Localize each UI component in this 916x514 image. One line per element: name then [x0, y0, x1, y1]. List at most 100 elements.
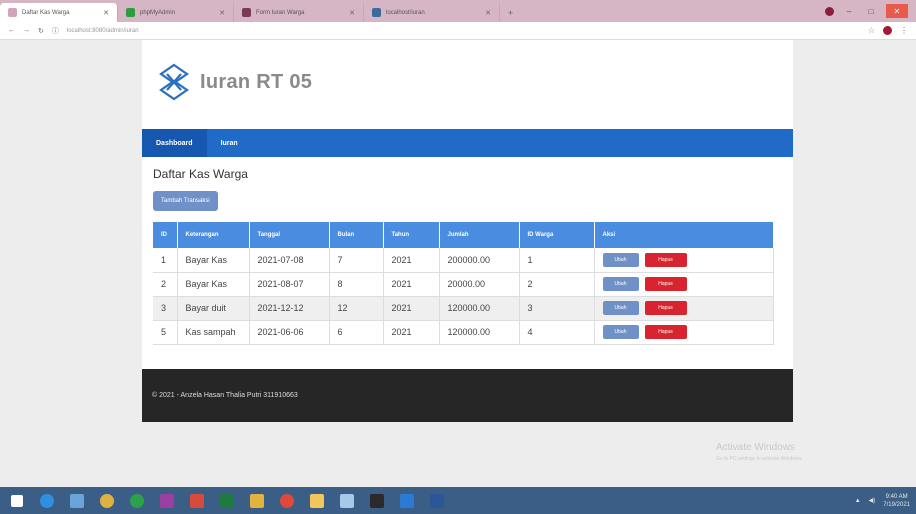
table-row: 5 Kas sampah 2021-06-06 6 2021 120000.00…: [153, 320, 774, 345]
close-icon[interactable]: ✕: [349, 9, 355, 17]
bookmark-star-icon[interactable]: ☆: [868, 26, 875, 35]
window-controls: – □ ✕: [825, 0, 916, 22]
cell-tahun: 2021: [383, 320, 440, 345]
browser-tab[interactable]: Daftar Kas Warga ✕: [0, 3, 118, 22]
navbar: Dashboard Iuran: [142, 129, 793, 157]
column-header: ID: [153, 222, 178, 248]
close-icon[interactable]: ✕: [103, 9, 109, 17]
clock[interactable]: 9:40 AM 7/19/2021: [883, 493, 910, 509]
edit-button[interactable]: Ubah: [602, 325, 639, 339]
activate-windows-watermark: Activate Windows Go to PC settings to ac…: [716, 442, 802, 462]
edit-button[interactable]: Ubah: [602, 301, 639, 315]
column-header: Keterangan: [177, 222, 250, 248]
photos-icon[interactable]: [184, 490, 210, 512]
cell-bulan: 12: [329, 296, 384, 321]
column-header: Bulan: [329, 222, 384, 248]
reload-icon[interactable]: ↻: [38, 27, 44, 35]
info-icon[interactable]: ⓘ: [52, 26, 59, 36]
brand-title: Iuran RT 05: [200, 70, 313, 93]
column-header: Aksi: [594, 222, 774, 248]
notepad-icon[interactable]: [334, 490, 360, 512]
terminal-icon[interactable]: [364, 490, 390, 512]
cell-tahun: 2021: [383, 248, 440, 273]
cell-tanggal: 2021-06-06: [249, 320, 330, 345]
cell-aksi: Ubah Hapus: [594, 248, 774, 273]
menu-icon[interactable]: ⋮: [900, 26, 908, 35]
tab-title: Daftar Kas Warga: [22, 9, 70, 16]
add-transaction-button[interactable]: Tambah Transaksi: [153, 191, 218, 211]
file-explorer-icon[interactable]: [304, 490, 330, 512]
cell-id-warga: 2: [519, 272, 595, 297]
nav-dashboard[interactable]: Dashboard: [142, 129, 207, 157]
table-row: 3 Bayar duit 2021-12-12 12 2021 120000.0…: [153, 296, 774, 321]
minimize-icon[interactable]: –: [842, 7, 856, 16]
volume-icon[interactable]: ◀): [869, 497, 876, 504]
cell-tanggal: 2021-12-12: [249, 296, 330, 321]
vscode-icon[interactable]: [394, 490, 420, 512]
favicon-icon: [126, 8, 135, 17]
close-icon[interactable]: ✕: [886, 4, 908, 18]
cell-jumlah: 120000.00: [439, 320, 520, 345]
cell-tanggal: 2021-07-08: [249, 248, 330, 273]
folder-icon[interactable]: [244, 490, 270, 512]
store-icon[interactable]: [64, 490, 90, 512]
chrome-icon[interactable]: [274, 490, 300, 512]
browser-tab[interactable]: phpMyAdmin ✕: [118, 3, 234, 22]
delete-button[interactable]: Hapus: [644, 252, 687, 267]
edit-button[interactable]: Ubah: [602, 277, 639, 291]
favicon-icon: [372, 8, 381, 17]
table-row: 2 Bayar Kas 2021-08-07 8 2021 20000.00 2…: [153, 272, 774, 297]
onenote-icon[interactable]: [154, 490, 180, 512]
edit-button[interactable]: Ubah: [602, 252, 639, 267]
cell-aksi: Ubah Hapus: [594, 296, 774, 321]
favicon-icon: [242, 8, 251, 17]
delete-button[interactable]: Hapus: [644, 325, 687, 339]
watermark-title: Activate Windows: [716, 442, 795, 453]
windows-start-icon[interactable]: [4, 490, 30, 512]
word-icon[interactable]: [424, 490, 450, 512]
transactions-table: ID Keterangan Tanggal Bulan Tahun Jumlah…: [153, 222, 774, 345]
profile-icon[interactable]: [825, 6, 834, 16]
cell-keterangan: Bayar Kas: [177, 272, 250, 297]
address-bar: ← → ↻ ⓘ localhost:8080/admin/iuran ☆ ⋮: [0, 22, 916, 40]
system-tray: ▲ ◀) 9:40 AM 7/19/2021: [855, 493, 916, 509]
cell-bulan: 6: [329, 320, 384, 345]
internet-explorer-icon[interactable]: [34, 490, 60, 512]
media-icon[interactable]: [124, 490, 150, 512]
forward-icon[interactable]: →: [23, 27, 30, 34]
delete-button[interactable]: Hapus: [644, 277, 687, 291]
cell-tahun: 2021: [383, 272, 440, 297]
nav-iuran[interactable]: Iuran: [207, 129, 252, 157]
cell-bulan: 8: [329, 272, 384, 297]
delete-button[interactable]: Hapus: [644, 301, 687, 315]
cell-jumlah: 20000.00: [439, 272, 520, 297]
tab-title: phpMyAdmin: [140, 9, 176, 16]
cell-id: 2: [153, 272, 178, 297]
network-icon[interactable]: ▲: [855, 498, 861, 504]
people-icon[interactable]: [94, 490, 120, 512]
cell-id: 3: [153, 296, 178, 321]
column-header: Tanggal: [249, 222, 330, 248]
close-icon[interactable]: ✕: [219, 9, 225, 17]
page-content: Iuran RT 05 Dashboard Iuran Daftar Kas W…: [0, 40, 916, 487]
column-header: Tahun: [383, 222, 440, 248]
new-tab-button[interactable]: +: [500, 3, 521, 22]
close-icon[interactable]: ✕: [485, 9, 491, 17]
brand: Iuran RT 05: [156, 62, 312, 102]
cell-aksi: Ubah Hapus: [594, 272, 774, 297]
excel-icon[interactable]: [214, 490, 240, 512]
browser-tab[interactable]: localhost/iuran ✕: [364, 3, 500, 22]
clock-date: 7/19/2021: [883, 501, 910, 508]
cell-id-warga: 3: [519, 296, 595, 321]
maximize-icon[interactable]: □: [864, 7, 878, 16]
cell-aksi: Ubah Hapus: [594, 320, 774, 345]
url-input[interactable]: localhost:8080/admin/iuran: [67, 28, 139, 34]
column-header: Jumlah: [439, 222, 520, 248]
tab-title: localhost/iuran: [386, 9, 425, 16]
browser-tab[interactable]: Form Iuran Warga ✕: [234, 3, 364, 22]
browser-tab-bar: Daftar Kas Warga ✕ phpMyAdmin ✕ Form Iur…: [0, 0, 916, 22]
back-icon[interactable]: ←: [8, 27, 15, 34]
page-title: Daftar Kas Warga: [153, 167, 248, 181]
avatar[interactable]: [883, 26, 892, 35]
cell-id: 1: [153, 248, 178, 273]
